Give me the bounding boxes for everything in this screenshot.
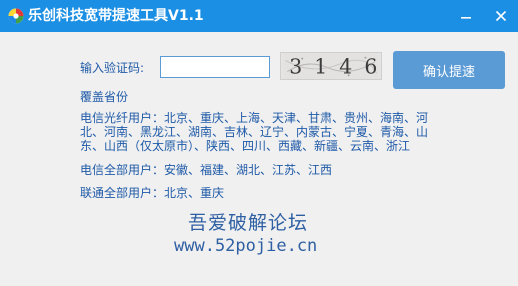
captcha-image[interactable]: 3 1 4 6 (280, 52, 382, 80)
watermark-url: www.52pojie.cn (174, 236, 318, 256)
title-bar[interactable]: 乐创科技宽带提速工具V1.1 (0, 0, 518, 32)
verify-code-label: 输入验证码: (80, 61, 145, 75)
telecom-fiber-line-1: 电信光纤用户：北京、重庆、上海、天津、甘肃、贵州、海南、河 (80, 111, 429, 125)
coverage-heading: 覆盖省份 (80, 90, 129, 104)
unicom-all-users: 联通全部用户：北京、重庆 (80, 186, 225, 200)
telecom-fiber-line-2: 北、河南、黑龙江、湖南、吉林、辽宁、内蒙古、宁夏、青海、山 (80, 125, 429, 139)
minimize-icon (461, 17, 471, 19)
confirm-speedup-button[interactable]: 确认提速 (393, 51, 505, 89)
watermark-name: 吾爱破解论坛 (188, 212, 309, 234)
captcha-text: 3 1 4 6 (289, 54, 380, 78)
telecom-all-users: 电信全部用户：安徽、福建、湖北、江苏、江西 (80, 163, 333, 177)
close-icon (495, 10, 507, 22)
app-window: 乐创科技宽带提速工具V1.1 输入验证码: 3 1 4 6 确认提速 覆盖省份 … (0, 0, 518, 286)
rainbow-circle-icon (8, 8, 24, 24)
minimize-button[interactable] (449, 0, 483, 32)
close-button[interactable] (484, 0, 518, 32)
telecom-fiber-line-3: 东、山西（仅太原市）、陕西、四川、西藏、新疆、云南、浙江 (80, 139, 411, 153)
window-title: 乐创科技宽带提速工具V1.1 (28, 8, 204, 24)
verify-code-input[interactable] (160, 56, 270, 78)
